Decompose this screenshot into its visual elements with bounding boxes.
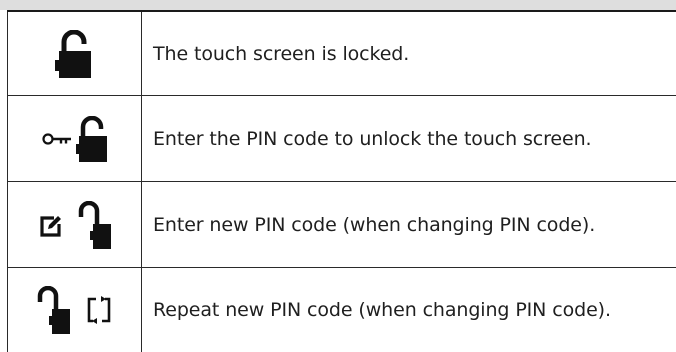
description-text: The touch screen is locked. [153, 42, 410, 65]
edit-icon [39, 215, 61, 237]
description-text: Enter the PIN code to unlock the touch s… [153, 127, 592, 150]
header-bar [0, 0, 676, 10]
padlock-open-icon [37, 286, 70, 334]
description-text: Enter new PIN code (when changing PIN co… [153, 213, 596, 236]
icon-cell [8, 96, 142, 181]
description-text: Repeat new PIN code (when changing PIN c… [153, 299, 611, 321]
icon-cell [8, 12, 142, 95]
padlock-open-icon [78, 200, 111, 249]
table-row: Repeat new PIN code (when changing PIN c… [7, 268, 676, 352]
key-icon [41, 132, 71, 145]
table-row: Enter the PIN code to unlock the touch s… [7, 96, 676, 182]
padlock-open-icon [54, 29, 91, 78]
icon-cell [8, 268, 142, 352]
repeat-icon [87, 296, 110, 324]
icon-cell [8, 182, 142, 267]
padlock-open-icon [75, 115, 107, 162]
table-row: The touch screen is locked. [7, 12, 676, 96]
table-row: Enter new PIN code (when changing PIN co… [7, 182, 676, 268]
icon-legend-table: The touch screen is locked. Enter the PI… [7, 10, 676, 352]
